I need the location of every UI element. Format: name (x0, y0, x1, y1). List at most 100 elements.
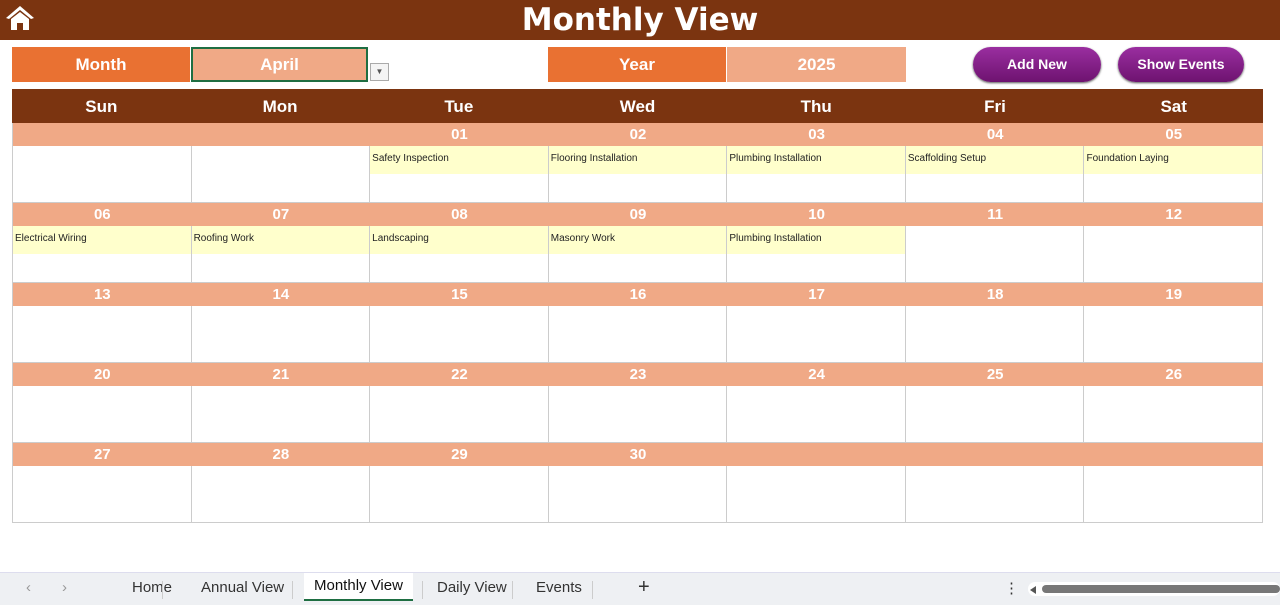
event-item[interactable]: Masonry Work (548, 226, 727, 254)
event-item[interactable] (549, 386, 727, 414)
add-new-button[interactable]: Add New (973, 47, 1101, 82)
day-cell[interactable]: Landscaping (370, 226, 549, 283)
day-cell[interactable] (1084, 386, 1264, 443)
day-cell[interactable] (13, 146, 192, 203)
event-item[interactable]: Electrical Wiring (13, 226, 191, 254)
day-cell[interactable] (191, 146, 371, 203)
event-item[interactable] (549, 466, 727, 494)
day-cell[interactable]: Electrical Wiring (13, 226, 192, 283)
day-cell[interactable] (1084, 466, 1264, 523)
day-number: 22 (451, 366, 468, 383)
event-band: Safety Inspection Flooring Installation Pl… (13, 146, 1264, 203)
chevron-down-icon[interactable]: ▼ (370, 63, 389, 81)
event-item[interactable]: Landscaping (370, 226, 548, 254)
event-item[interactable] (13, 466, 191, 494)
day-cell[interactable]: Plumbing Installation (727, 146, 906, 203)
event-item[interactable] (370, 386, 548, 414)
day-cell[interactable] (905, 306, 1085, 363)
sheet-tab-daily-view[interactable]: Daily View (437, 579, 507, 596)
week-row: 20 21 22 23 24 25 26 (12, 363, 1264, 443)
sheet-tab-annual-view[interactable]: Annual View (201, 579, 284, 596)
tab-divider (512, 581, 513, 599)
event-item[interactable]: Plumbing Installation (727, 146, 905, 174)
event-item[interactable] (1084, 226, 1262, 254)
weekday-thu: Thu (800, 97, 832, 116)
day-cell[interactable]: Foundation Laying (1084, 146, 1264, 203)
page-title: Monthly View (0, 0, 1280, 40)
scroll-left-icon[interactable] (1030, 586, 1036, 594)
day-cell[interactable]: Flooring Installation (548, 146, 728, 203)
day-cell[interactable] (548, 466, 728, 523)
day-cell[interactable] (727, 386, 906, 443)
day-cell[interactable] (1084, 306, 1264, 363)
prev-sheet-icon[interactable]: ‹ (26, 579, 31, 596)
day-cell[interactable]: Roofing Work (191, 226, 371, 283)
event-item[interactable] (13, 306, 191, 334)
event-item[interactable] (1084, 466, 1262, 494)
day-cell[interactable] (1084, 226, 1264, 283)
month-select[interactable]: April (191, 47, 368, 82)
scrollbar-thumb[interactable] (1042, 585, 1280, 593)
day-cell[interactable] (905, 226, 1085, 283)
event-item[interactable] (906, 226, 1084, 254)
day-number: 05 (1165, 126, 1183, 143)
event-item[interactable]: Safety Inspection (370, 146, 548, 174)
home-icon[interactable] (5, 4, 35, 32)
horizontal-scrollbar[interactable] (1028, 582, 1280, 596)
day-cell[interactable] (905, 466, 1085, 523)
event-item[interactable] (906, 466, 1084, 494)
event-item[interactable] (13, 386, 191, 414)
event-item[interactable] (370, 306, 548, 334)
event-item[interactable] (727, 466, 905, 494)
day-cell[interactable] (548, 306, 728, 363)
day-number: 06 (93, 206, 111, 223)
day-cell[interactable] (191, 306, 371, 363)
day-cell[interactable] (191, 466, 371, 523)
show-events-button[interactable]: Show Events (1118, 47, 1244, 82)
event-item[interactable]: Foundation Laying (1084, 146, 1263, 174)
event-item[interactable] (192, 466, 370, 494)
day-cell[interactable] (370, 306, 549, 363)
event-item[interactable] (192, 146, 370, 174)
event-item[interactable]: Plumbing Installation (727, 226, 905, 254)
day-number: 08 (451, 206, 468, 223)
sheet-tab-home[interactable]: Home (132, 579, 172, 596)
day-cell[interactable] (727, 466, 906, 523)
day-cell[interactable] (727, 306, 906, 363)
event-item[interactable] (727, 386, 905, 414)
day-cell[interactable] (13, 306, 192, 363)
day-cell[interactable] (548, 386, 728, 443)
day-cell[interactable] (905, 386, 1085, 443)
event-item[interactable] (370, 466, 548, 494)
event-item[interactable] (727, 306, 905, 334)
event-item[interactable] (13, 146, 191, 174)
event-item[interactable]: Scaffolding Setup (905, 146, 1084, 174)
event-item[interactable] (906, 386, 1084, 414)
day-cell[interactable]: Scaffolding Setup (905, 146, 1085, 203)
day-cell[interactable] (13, 466, 192, 523)
date-band: 27 28 29 30 (13, 443, 1263, 466)
event-item[interactable] (1084, 306, 1262, 334)
day-cell[interactable] (370, 466, 549, 523)
next-sheet-icon[interactable]: › (62, 579, 67, 596)
day-cell[interactable] (370, 386, 549, 443)
event-item[interactable] (192, 306, 370, 334)
year-value[interactable]: 2025 (727, 47, 906, 82)
event-item[interactable] (1084, 386, 1262, 414)
day-number: 23 (629, 366, 647, 383)
event-item[interactable] (549, 306, 727, 334)
sheet-tab-monthly-view[interactable]: Monthly View (304, 573, 413, 601)
event-item[interactable] (192, 386, 370, 414)
weekday-wed: Wed (619, 97, 656, 116)
more-options-icon[interactable]: ⋮ (1004, 579, 1019, 597)
day-cell[interactable] (191, 386, 371, 443)
day-cell[interactable]: Masonry Work (548, 226, 728, 283)
day-cell[interactable]: Safety Inspection (370, 146, 549, 203)
event-item[interactable]: Flooring Installation (548, 146, 727, 174)
event-item[interactable]: Roofing Work (191, 226, 370, 254)
event-item[interactable] (906, 306, 1084, 334)
day-cell[interactable]: Plumbing Installation (727, 226, 906, 283)
day-cell[interactable] (13, 386, 192, 443)
add-sheet-icon[interactable]: + (638, 576, 650, 599)
sheet-tab-events[interactable]: Events (536, 579, 582, 596)
